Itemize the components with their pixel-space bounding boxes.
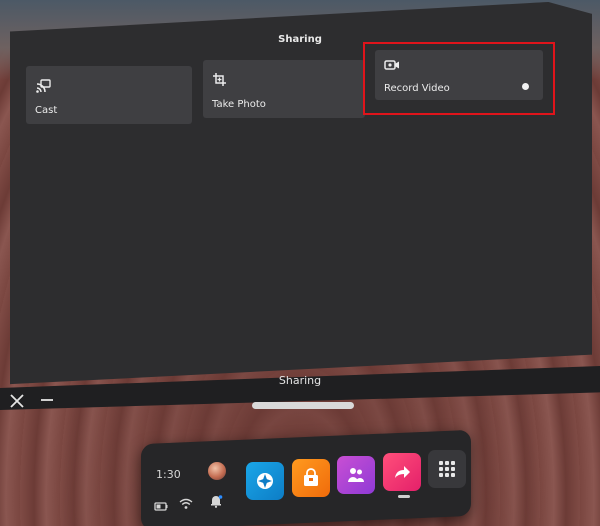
minimize-icon[interactable] (40, 395, 54, 405)
cast-tile[interactable]: Cast (26, 66, 192, 124)
app-library-button[interactable] (428, 450, 466, 488)
people-app-button[interactable] (337, 456, 375, 494)
camera-frame-icon (213, 73, 226, 86)
battery-icon[interactable] (154, 499, 168, 513)
people-icon (348, 468, 364, 482)
cast-label: Cast (35, 105, 58, 116)
active-app-indicator (398, 495, 410, 498)
shopping-bag-icon (304, 468, 318, 486)
close-icon[interactable] (9, 393, 25, 409)
notification-bell-icon[interactable] (209, 494, 223, 508)
avatar[interactable] (208, 462, 226, 480)
window-grab-handle[interactable] (252, 402, 354, 409)
sharing-app-button[interactable] (383, 453, 421, 491)
compass-icon (257, 473, 273, 489)
record-video-highlight (363, 42, 555, 115)
store-app-button[interactable] (292, 459, 330, 497)
wifi-icon[interactable] (179, 497, 193, 511)
cast-icon (36, 79, 51, 93)
grid-icon (439, 461, 455, 477)
take-photo-tile[interactable]: Take Photo (203, 60, 365, 118)
explore-app-button[interactable] (246, 462, 284, 500)
clock-time: 1:30 (156, 468, 181, 481)
take-photo-label: Take Photo (212, 99, 266, 110)
window-title: Sharing (278, 374, 322, 387)
share-arrow-icon (395, 466, 410, 478)
